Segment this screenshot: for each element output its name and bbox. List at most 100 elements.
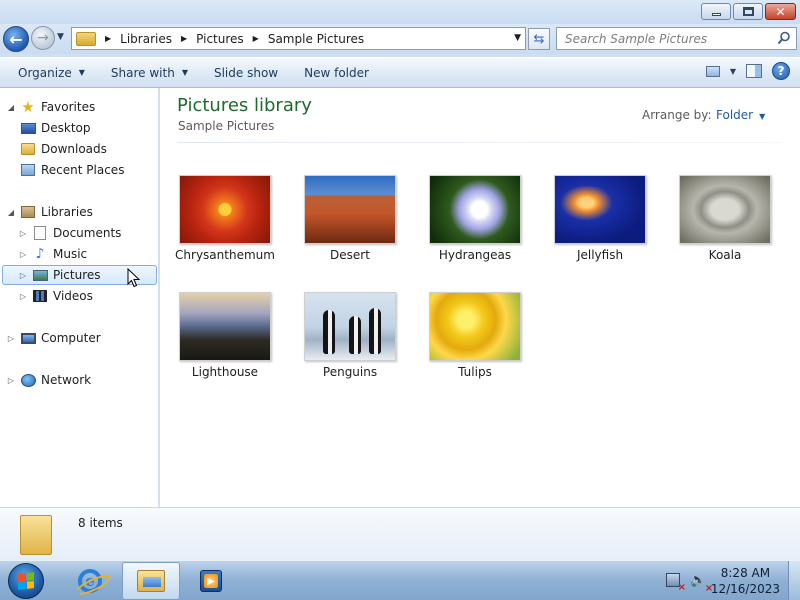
network-icon [20, 372, 36, 388]
breadcrumb-pictures[interactable]: Pictures [196, 32, 244, 46]
penguins-thumbnail [304, 292, 396, 361]
file-name: Hydrangeas [438, 248, 512, 262]
address-dropdown-icon[interactable]: ▼ [514, 33, 521, 43]
nav-videos[interactable]: ▷ Videos [18, 286, 93, 306]
nav-music-label: Music [53, 247, 88, 261]
taskbar-windows-explorer[interactable] [122, 562, 180, 600]
breadcrumb-separator-icon[interactable]: ▶ [253, 34, 259, 43]
nav-videos-label: Videos [53, 289, 93, 303]
search-box [556, 27, 797, 50]
minimize-button[interactable] [701, 3, 731, 20]
close-icon: ✕ [775, 4, 786, 19]
network-status-icon[interactable] [666, 573, 686, 593]
close-button[interactable]: ✕ [765, 3, 796, 20]
nav-downloads[interactable]: Downloads [16, 139, 107, 159]
window-controls: ✕ [701, 3, 796, 20]
back-arrow-icon: ← [9, 29, 23, 49]
music-icon: ♪ [35, 246, 45, 262]
organize-label: Organize [18, 65, 72, 80]
jellyfish-thumbnail [554, 175, 646, 244]
file-item[interactable]: Chrysanthemum [170, 175, 280, 262]
nav-music[interactable]: ▷ ♪ Music [18, 244, 87, 264]
nav-favorites-label: Favorites [41, 100, 96, 114]
refresh-button[interactable]: ⇆ [528, 28, 550, 50]
collapse-arrow-icon[interactable]: ▷ [6, 334, 16, 343]
hydrangeas-thumbnail [429, 175, 521, 244]
computer-icon [20, 330, 36, 346]
library-subtitle: Sample Pictures [178, 119, 275, 133]
details-pane: 8 items [0, 507, 800, 560]
breadcrumb-libraries[interactable]: Libraries [120, 32, 172, 46]
file-name: Penguins [322, 365, 378, 379]
slide-show-button[interactable]: Slide show [206, 58, 286, 87]
nav-recent-places[interactable]: Recent Places [16, 160, 124, 180]
collapse-arrow-icon[interactable]: ▷ [18, 229, 28, 238]
collapse-arrow-icon[interactable]: ▷ [18, 250, 28, 259]
search-icon[interactable] [777, 31, 791, 45]
preview-pane-icon[interactable] [746, 64, 762, 78]
nav-computer-label: Computer [41, 331, 101, 345]
arrange-by-value: Folder [716, 108, 754, 122]
volume-muted-icon[interactable]: 🔈 [690, 573, 713, 594]
arrange-by-dropdown[interactable]: Folder ▼ [716, 108, 765, 122]
taskbar: e ▶ 🔈 8:28 AM 12/16/2023 [0, 560, 800, 600]
videos-icon [32, 288, 48, 304]
downloads-folder-icon [20, 141, 36, 157]
nav-libraries-label: Libraries [41, 205, 93, 219]
file-name: Chrysanthemum [175, 248, 275, 262]
forward-arrow-icon: → [37, 30, 49, 46]
koala-thumbnail [679, 175, 771, 244]
chevron-down-icon: ▼ [759, 112, 766, 121]
collapse-arrow-icon[interactable]: ▷ [18, 292, 28, 301]
nav-desktop[interactable]: Desktop [16, 118, 91, 138]
forward-button[interactable]: → [31, 26, 55, 50]
expand-arrow-icon[interactable]: ◢ [6, 103, 16, 112]
file-item[interactable]: Jellyfish [545, 175, 655, 262]
folder-icon [76, 31, 96, 46]
collapse-arrow-icon[interactable]: ▷ [6, 376, 16, 385]
collapse-arrow-icon[interactable]: ▷ [18, 271, 28, 280]
file-item[interactable]: Hydrangeas [420, 175, 530, 262]
command-toolbar: Organize ▼ Share with ▼ Slide show New f… [0, 57, 800, 88]
change-view-icon[interactable] [705, 65, 720, 77]
share-with-button[interactable]: Share with ▼ [103, 58, 196, 87]
minimize-icon [711, 12, 721, 16]
organize-button[interactable]: Organize ▼ [10, 58, 93, 87]
nav-network[interactable]: ▷ Network [6, 370, 91, 390]
file-item[interactable]: Tulips [420, 292, 530, 379]
media-player-icon: ▶ [200, 570, 222, 592]
breadcrumb-separator-icon[interactable]: ▶ [105, 34, 111, 43]
back-button[interactable]: ← [3, 26, 29, 52]
show-desktop-button[interactable] [788, 561, 800, 600]
nav-libraries[interactable]: ◢ Libraries [6, 202, 93, 222]
help-icon[interactable]: ? [772, 62, 790, 80]
file-name: Koala [708, 248, 742, 262]
search-input[interactable] [565, 31, 770, 46]
expand-arrow-icon[interactable]: ◢ [6, 208, 16, 217]
toolbar-right: ▼ ? [705, 62, 790, 80]
file-item[interactable]: Koala [670, 175, 780, 262]
nav-computer[interactable]: ▷ Computer [6, 328, 101, 348]
file-item[interactable]: Penguins [295, 292, 405, 379]
taskbar-media-player[interactable]: ▶ [182, 562, 240, 600]
breadcrumb-sample-pictures[interactable]: Sample Pictures [268, 32, 364, 46]
new-folder-button[interactable]: New folder [296, 58, 377, 87]
breadcrumb-separator-icon[interactable]: ▶ [181, 34, 187, 43]
maximize-button[interactable] [733, 3, 763, 20]
address-bar[interactable]: ▶ Libraries ▶ Pictures ▶ Sample Pictures… [71, 27, 526, 50]
view-options-chevron-icon[interactable]: ▼ [730, 67, 736, 76]
recent-pages-button[interactable]: ▼ [57, 32, 64, 42]
slide-show-label: Slide show [213, 65, 279, 80]
file-item[interactable]: Desert [295, 175, 405, 262]
nav-documents[interactable]: ▷ Documents [18, 223, 121, 243]
start-button[interactable] [8, 563, 44, 599]
navigation-pane: ◢ ★ Favorites Desktop Downloads Recent P… [0, 88, 159, 507]
desktop-icon [20, 120, 36, 136]
nav-documents-label: Documents [53, 226, 122, 240]
nav-favorites[interactable]: ◢ ★ Favorites [6, 97, 95, 117]
refresh-icon: ⇆ [533, 31, 545, 47]
system-tray: 🔈 8:28 AM 12/16/2023 [660, 561, 800, 600]
file-item[interactable]: Lighthouse [170, 292, 280, 379]
clock[interactable]: 8:28 AM 12/16/2023 [711, 565, 780, 597]
taskbar-internet-explorer[interactable]: e [61, 562, 119, 600]
